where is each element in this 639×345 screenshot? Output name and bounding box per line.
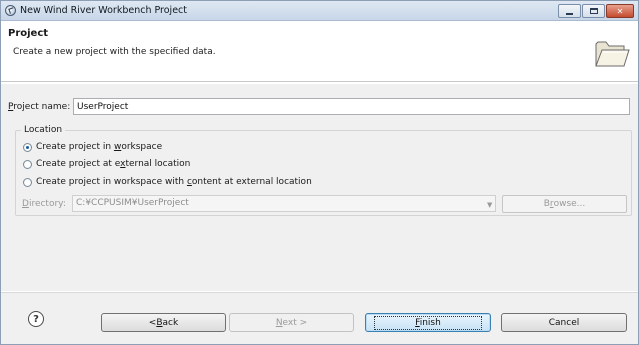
wizard-header: Project Create a new project with the sp… (1, 22, 638, 82)
open-folder-icon (595, 41, 630, 67)
radio-label: Create project in workspace with content… (36, 177, 312, 187)
browse-button[interactable]: Br owse... (502, 195, 627, 213)
project-name-label: Project name: (8, 102, 71, 112)
radio-label: Create project in workspace (36, 142, 163, 152)
directory-combo[interactable]: C:¥CCPUSIM¥UserProject (72, 195, 496, 212)
location-legend: Location (21, 125, 66, 135)
workbench-app-icon (5, 5, 16, 16)
close-icon: ✕ (616, 6, 624, 16)
minimize-button[interactable] (558, 4, 581, 18)
finish-button[interactable]: Finish (365, 313, 491, 332)
project-name-field[interactable] (73, 98, 630, 115)
maximize-icon (589, 8, 598, 14)
page-title: Project (8, 28, 49, 39)
maximize-button[interactable] (582, 4, 605, 18)
radio-create-in-workspace[interactable]: Create project in workspace (23, 142, 162, 152)
radio-button-selected[interactable] (23, 142, 32, 152)
radio-create-at-external-location[interactable]: Create project at external location (23, 159, 190, 169)
radio-label: Create project at external location (36, 159, 191, 169)
title-bar[interactable]: New Wind River Workbench Project ✕ (1, 1, 638, 21)
window-controls: ✕ (558, 4, 634, 18)
directory-label: Directory: (22, 199, 66, 209)
minimize-icon (566, 12, 573, 15)
page-description: Create a new project with the specified … (13, 47, 216, 57)
radio-button[interactable] (23, 159, 32, 169)
chevron-down-icon[interactable]: ▼ (487, 201, 492, 209)
wizard-dialog: New Wind River Workbench Project ✕ Proje… (0, 0, 639, 345)
back-button[interactable]: < Back (101, 313, 226, 332)
next-button[interactable]: Next > (229, 313, 354, 332)
finish-focus-ring: Finish (374, 315, 482, 330)
close-button[interactable]: ✕ (606, 4, 634, 18)
cancel-button[interactable]: Cancel (501, 313, 627, 332)
help-icon[interactable]: ? (28, 311, 44, 327)
radio-workspace-with-external-content[interactable]: Create project in workspace with content… (23, 177, 312, 187)
radio-button[interactable] (23, 177, 32, 187)
window-title: New Wind River Workbench Project (20, 5, 187, 16)
